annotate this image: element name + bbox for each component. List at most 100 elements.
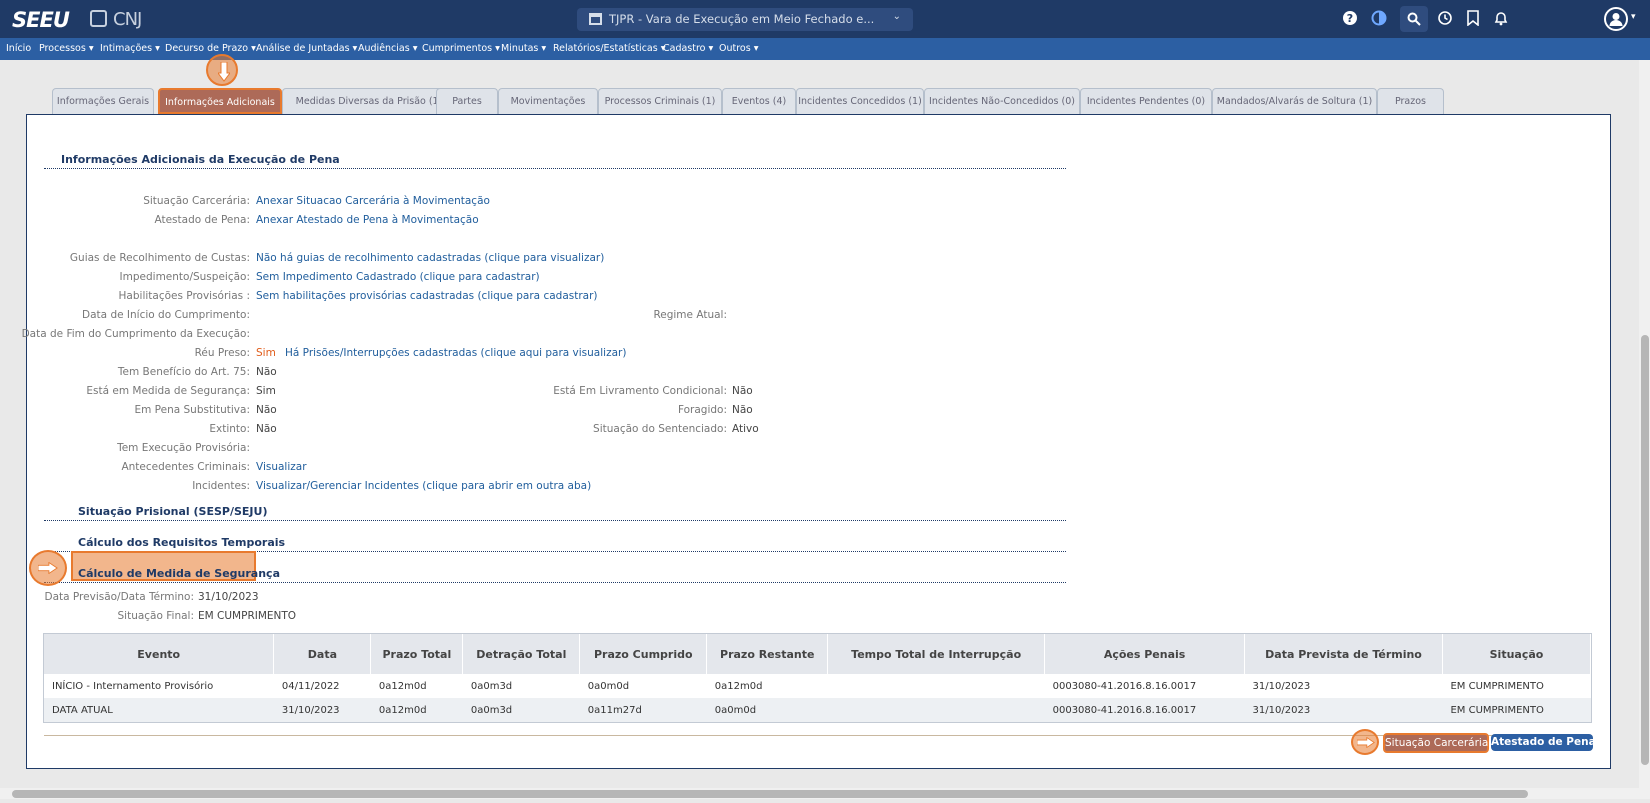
section-situacao-prisional[interactable]: Situação Prisional (SESP/SEJU) bbox=[78, 505, 267, 518]
section-divider bbox=[44, 582, 1066, 583]
bookmark-icon[interactable] bbox=[1464, 10, 1482, 28]
col-header-data-prevista[interactable]: Data Prevista de Término bbox=[1244, 634, 1443, 674]
menu-decurso-prazo[interactable]: Decurso de Prazo ▾ bbox=[165, 43, 256, 54]
link-prisoes-interrupcoes[interactable]: Há Prisões/Interrupções cadastradas (cli… bbox=[285, 347, 626, 359]
contrast-icon[interactable] bbox=[1370, 10, 1388, 28]
section-title-execucao-pena: Informações Adicionais da Execução de Pe… bbox=[61, 153, 340, 166]
value-extinto: Não bbox=[256, 423, 277, 435]
label-data-previsao: Data Previsão/Data Término: bbox=[44, 591, 195, 603]
link-gerenciar-incidentes[interactable]: Visualizar/Gerenciar Incidentes (clique … bbox=[256, 480, 591, 492]
table-header-row: Evento Data Prazo Total Detração Total P… bbox=[44, 634, 1592, 674]
menu-relatorios[interactable]: Relatórios/Estatísticas ▾ bbox=[553, 43, 665, 54]
label-atestado-pena: Atestado de Pena: bbox=[154, 214, 250, 226]
label-situacao-carceraria: Situação Carcerária: bbox=[143, 195, 250, 207]
tab-mandados-alvaras[interactable]: Mandados/Alvarás de Soltura (1) bbox=[1212, 88, 1377, 114]
tab-movimentacoes[interactable]: Movimentações bbox=[498, 88, 598, 114]
tab-informacoes-adicionais[interactable]: Informações Adicionais bbox=[158, 88, 282, 114]
menu-intimacoes[interactable]: Intimações ▾ bbox=[100, 43, 160, 54]
cell-tempo-interrupcao bbox=[827, 698, 1045, 722]
label-impedimento: Impedimento/Suspeição: bbox=[119, 271, 250, 283]
building-icon bbox=[589, 13, 602, 25]
user-avatar-icon[interactable] bbox=[1604, 7, 1628, 31]
link-anexar-atestado-pena[interactable]: Anexar Atestado de Pena à Movimentação bbox=[256, 214, 479, 226]
col-header-tempo-interrupcao[interactable]: Tempo Total de Interrupção bbox=[827, 634, 1046, 674]
label-medida-seguranca: Está em Medida de Segurança: bbox=[86, 385, 250, 397]
tab-incidentes-concedidos[interactable]: Incidentes Concedidos (1) bbox=[796, 88, 924, 114]
search-button[interactable] bbox=[1400, 6, 1428, 32]
user-menu-chevron-icon[interactable]: ▾ bbox=[1631, 12, 1636, 22]
horizontal-scrollbar[interactable] bbox=[0, 788, 1650, 799]
vertical-scroll-thumb[interactable] bbox=[1641, 335, 1649, 765]
label-pena-substitutiva: Em Pena Substitutiva: bbox=[134, 404, 250, 416]
label-situacao-final: Situação Final: bbox=[117, 610, 195, 622]
cell-prazo-restante: 0a0m0d bbox=[706, 698, 828, 722]
value-situacao-sentenciado: Ativo bbox=[732, 423, 759, 435]
link-habilitacoes[interactable]: Sem habilitações provisórias cadastradas… bbox=[256, 290, 598, 302]
arrow-down-icon bbox=[218, 62, 230, 82]
tab-partes[interactable]: Partes bbox=[436, 88, 498, 114]
table-row[interactable]: DATA ATUAL 31/10/2023 0a12m0d 0a0m3d 0a1… bbox=[44, 698, 1591, 722]
cell-prazo-cumprido: 0a0m0d bbox=[579, 674, 707, 698]
link-anexar-situacao-carceraria[interactable]: Anexar Situacao Carcerária à Movimentaçã… bbox=[256, 195, 490, 207]
value-foragido: Não bbox=[732, 404, 753, 416]
cell-evento: INÍCIO - Internamento Provisório bbox=[44, 674, 274, 698]
label-regime-atual: Regime Atual: bbox=[653, 309, 727, 321]
label-incidentes: Incidentes: bbox=[192, 480, 250, 492]
link-antecedentes-visualizar[interactable]: Visualizar bbox=[256, 461, 307, 473]
section-calculo-medida-seguranca[interactable]: Cálculo de Medida de Segurança bbox=[78, 567, 280, 580]
value-pena-substitutiva: Não bbox=[256, 404, 277, 416]
table-row[interactable]: INÍCIO - Internamento Provisório 04/11/2… bbox=[44, 674, 1591, 698]
vertical-scrollbar[interactable] bbox=[1639, 60, 1650, 788]
tab-incidentes-nao-concedidos[interactable]: Incidentes Não-Concedidos (0) bbox=[924, 88, 1080, 114]
organization-name: TJPR - Vara de Execução em Meio Fechado … bbox=[609, 12, 875, 26]
tab-informacoes-gerais[interactable]: Informações Gerais bbox=[52, 88, 154, 114]
top-bar: SEEU CNJ TJPR - Vara de Execução em Meio… bbox=[0, 0, 1650, 38]
history-icon[interactable] bbox=[1436, 10, 1454, 28]
cell-prazo-cumprido: 0a11m27d bbox=[579, 698, 707, 722]
col-header-prazo-cumprido[interactable]: Prazo Cumprido bbox=[579, 634, 708, 674]
tab-eventos[interactable]: Eventos (4) bbox=[722, 88, 796, 114]
section-calculo-requisitos[interactable]: Cálculo dos Requisitos Temporais bbox=[78, 536, 285, 549]
label-foragido: Foragido: bbox=[677, 404, 727, 416]
cell-acoes-penais: 0003080-41.2016.8.16.0017 bbox=[1044, 674, 1245, 698]
col-header-situacao[interactable]: Situação bbox=[1442, 634, 1592, 674]
help-icon[interactable]: ? bbox=[1341, 10, 1359, 28]
col-header-acoes-penais[interactable]: Ações Penais bbox=[1044, 634, 1246, 674]
tab-medidas-diversas[interactable]: Medidas Diversas da Prisão (1) bbox=[282, 88, 456, 114]
link-guias-recolhimento[interactable]: Não há guias de recolhimento cadastradas… bbox=[256, 252, 604, 264]
menu-processos[interactable]: Processos ▾ bbox=[39, 43, 94, 54]
col-header-data[interactable]: Data bbox=[273, 634, 372, 674]
label-habilitacoes: Habilitações Provisórias : bbox=[118, 290, 250, 302]
seeu-logo[interactable]: SEEU bbox=[12, 8, 70, 32]
cell-prazo-total: 0a12m0d bbox=[370, 698, 463, 722]
menu-analise-juntadas[interactable]: Análise de Juntadas ▾ bbox=[256, 43, 357, 54]
col-header-detracao-total[interactable]: Detração Total bbox=[462, 634, 581, 674]
menu-inicio[interactable]: Início bbox=[6, 43, 31, 54]
search-icon bbox=[1407, 12, 1421, 26]
cell-data: 04/11/2022 bbox=[273, 674, 371, 698]
horizontal-scroll-thumb[interactable] bbox=[12, 790, 1528, 798]
menu-cadastro[interactable]: Cadastro ▾ bbox=[663, 43, 713, 54]
bell-icon[interactable] bbox=[1492, 10, 1510, 28]
tab-processos-criminais[interactable]: Processos Criminais (1) bbox=[598, 88, 722, 114]
cell-situacao: EM CUMPRIMENTO bbox=[1442, 674, 1591, 698]
menu-minutas[interactable]: Minutas ▾ bbox=[501, 43, 546, 54]
situacao-carceraria-button[interactable]: Situação Carcerária bbox=[1383, 733, 1489, 753]
menu-outros[interactable]: Outros ▾ bbox=[719, 43, 758, 54]
menu-audiencias[interactable]: Audiências ▾ bbox=[358, 43, 417, 54]
col-header-prazo-total[interactable]: Prazo Total bbox=[370, 634, 464, 674]
organization-selector[interactable]: TJPR - Vara de Execução em Meio Fechado … bbox=[577, 8, 913, 31]
cell-data: 31/10/2023 bbox=[273, 698, 371, 722]
label-execucao-provisoria: Tem Execução Provisória: bbox=[117, 442, 250, 454]
menu-cumprimentos[interactable]: Cumprimentos ▾ bbox=[422, 43, 500, 54]
cnj-label: CNJ bbox=[113, 9, 142, 30]
link-impedimento[interactable]: Sem Impedimento Cadastrado (clique para … bbox=[256, 271, 540, 283]
value-reu-preso: Sim bbox=[256, 347, 276, 359]
col-header-evento[interactable]: Evento bbox=[44, 634, 275, 674]
atestado-pena-button[interactable]: Atestado de Pena bbox=[1491, 734, 1596, 751]
tab-prazos[interactable]: Prazos bbox=[1377, 88, 1444, 114]
cell-acoes-penais: 0003080-41.2016.8.16.0017 bbox=[1044, 698, 1245, 722]
highlight-marker-button bbox=[1351, 729, 1379, 755]
tab-incidentes-pendentes[interactable]: Incidentes Pendentes (0) bbox=[1080, 88, 1212, 114]
col-header-prazo-restante[interactable]: Prazo Restante bbox=[706, 634, 829, 674]
